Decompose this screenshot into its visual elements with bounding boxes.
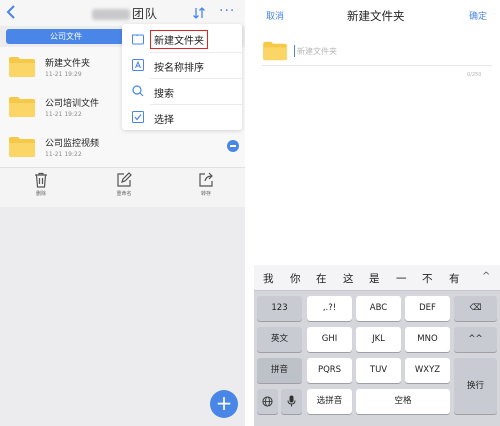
sort-button[interactable]: [192, 5, 206, 19]
candidate[interactable]: 你: [290, 271, 301, 286]
key-tuv[interactable]: TUV: [356, 358, 401, 383]
edit-icon: [117, 172, 132, 187]
back-button[interactable]: [6, 4, 20, 22]
menu-item-search[interactable]: 搜索: [122, 78, 242, 104]
key-mno[interactable]: MNO: [405, 327, 450, 352]
key-select-pinyin[interactable]: 选拼音: [307, 389, 352, 414]
folder-icon: [9, 57, 35, 77]
file-name: 新建文件夹: [45, 59, 91, 69]
folder-name-field: [262, 36, 492, 66]
candidate[interactable]: 是: [369, 271, 380, 286]
selected-check-icon[interactable]: [227, 140, 239, 152]
key-wxyz[interactable]: WXYZ: [405, 358, 450, 383]
menu-item-new-folder[interactable]: 新建文件夹: [122, 26, 242, 52]
candidate[interactable]: 我: [263, 271, 274, 286]
space-key[interactable]: 空格: [356, 389, 450, 414]
menu-label: 新建文件夹: [150, 30, 208, 49]
page-title: 团队: [92, 5, 158, 22]
key-english[interactable]: 英文: [257, 327, 302, 352]
file-name: 公司监控视频: [45, 139, 100, 149]
rename-button[interactable]: 重命名: [104, 172, 144, 197]
key-def[interactable]: DEF: [405, 296, 450, 321]
key-pinyin[interactable]: 拼音: [257, 358, 302, 383]
redacted-team-name: [92, 9, 130, 20]
more-button[interactable]: ···: [219, 3, 235, 19]
more-dropdown-menu: 新建文件夹 按名称排序 搜索 选择: [122, 24, 242, 130]
list-item[interactable]: 公司监控视频 11-21 19:22: [0, 127, 245, 167]
mic-key[interactable]: [281, 389, 302, 414]
key-punct[interactable]: ,.?!: [307, 296, 352, 321]
action-bar: 删除 重命名 转存: [0, 167, 245, 207]
delete-button[interactable]: 删除: [21, 172, 61, 197]
globe-icon: [262, 396, 273, 407]
add-fab-button[interactable]: +: [210, 390, 238, 418]
globe-key[interactable]: [257, 389, 278, 414]
delete-label: 删除: [35, 191, 46, 197]
more-dots-icon: ···: [219, 3, 236, 19]
keyboard: 我 你 在 这 是 一 不 有 ^ 123 ,.?! ABC DEF ⌫ 英文 …: [254, 265, 500, 426]
share-icon: [199, 172, 213, 187]
expand-candidates-icon[interactable]: ^: [482, 271, 490, 282]
file-name: 公司培训文件: [45, 99, 100, 109]
return-key[interactable]: 换行: [454, 358, 497, 414]
text-cursor: [294, 45, 295, 57]
candidate[interactable]: 有: [449, 271, 460, 286]
sort-alpha-icon: [132, 59, 144, 71]
candidate[interactable]: 这: [343, 271, 354, 286]
rename-label: 重命名: [116, 191, 132, 197]
folder-name-input[interactable]: [297, 44, 477, 58]
candidate[interactable]: 不: [422, 271, 433, 286]
file-date: 11-21 19:22: [45, 111, 82, 118]
search-icon: [132, 85, 144, 97]
file-browser-panel: 团队 ··· 公司文件 新建文件夹 11-21 19:29 公司培训文件 11-…: [0, 0, 245, 426]
candidate[interactable]: 在: [316, 271, 327, 286]
key-123[interactable]: 123: [257, 296, 302, 321]
menu-item-sort-by-name[interactable]: 按名称排序: [122, 52, 242, 78]
trash-icon: [35, 172, 47, 188]
tab-company-files[interactable]: 公司文件: [6, 29, 126, 44]
emoji-key[interactable]: ^^: [454, 327, 497, 352]
confirm-button[interactable]: 确定: [469, 9, 487, 22]
menu-item-select[interactable]: 选择: [122, 104, 242, 130]
menu-label: 搜索: [154, 89, 174, 100]
key-ghi[interactable]: GHI: [307, 327, 352, 352]
key-abc[interactable]: ABC: [356, 296, 401, 321]
new-folder-panel: 取消 新建文件夹 确定 0/250 我 你 在 这 是 一 不 有 ^ 123 …: [254, 0, 500, 426]
candidate[interactable]: 一: [396, 271, 407, 286]
file-date: 11-21 19:29: [45, 71, 82, 78]
new-folder-icon: [132, 34, 144, 45]
char-counter: 0/250: [467, 72, 482, 78]
save-to-button[interactable]: 转存: [186, 172, 226, 197]
chevron-left-icon: [6, 5, 15, 19]
menu-label: 选择: [154, 115, 174, 126]
folder-icon: [9, 97, 35, 117]
file-date: 11-21 19:22: [45, 151, 82, 158]
menu-label: 按名称排序: [154, 63, 204, 74]
candidate-bar: 我 你 在 这 是 一 不 有 ^: [254, 265, 500, 291]
cancel-button[interactable]: 取消: [266, 9, 284, 22]
sort-icon: [193, 7, 205, 19]
key-jkl[interactable]: JKL: [356, 327, 401, 352]
page-title: 新建文件夹: [347, 9, 405, 23]
backspace-key[interactable]: ⌫: [454, 296, 497, 321]
check-square-icon: [132, 111, 144, 123]
key-pqrs[interactable]: PQRS: [307, 358, 352, 383]
folder-icon: [263, 41, 287, 61]
save-to-label: 转存: [200, 191, 211, 197]
microphone-icon: [287, 395, 296, 407]
folder-icon: [9, 137, 35, 157]
top-bar: 团队 ···: [0, 0, 245, 26]
